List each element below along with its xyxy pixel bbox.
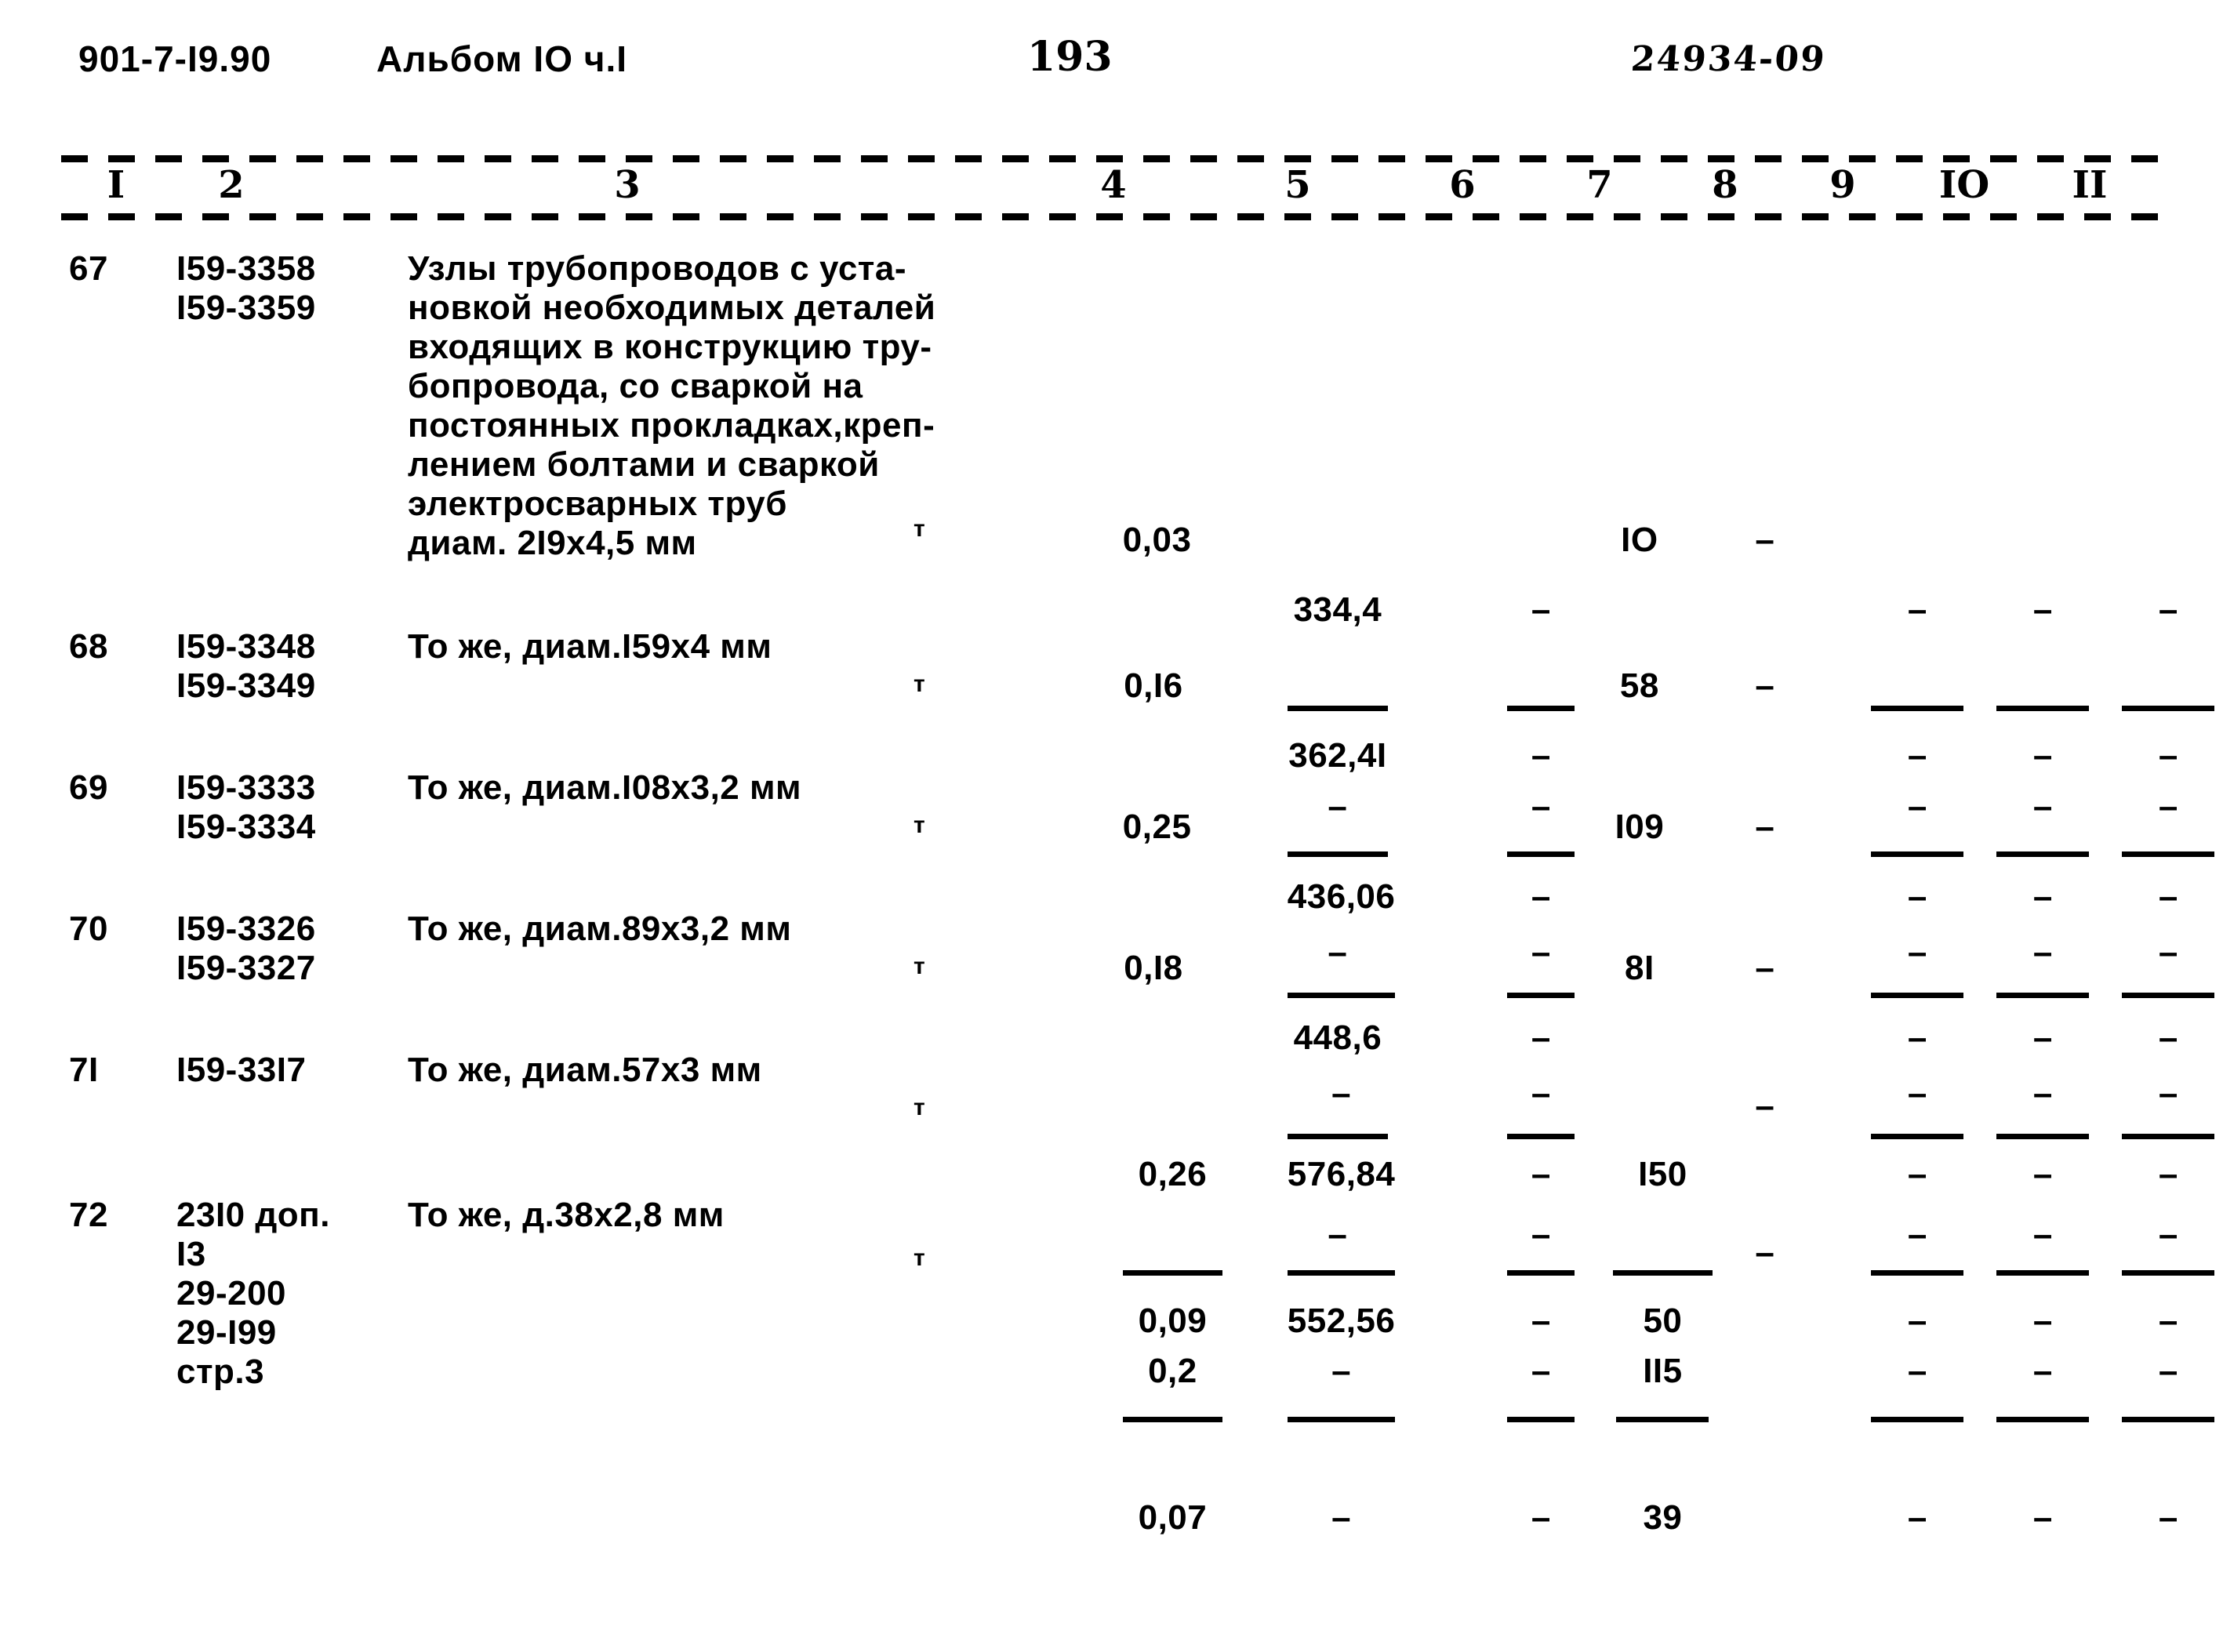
cell-col8: –: [1674, 768, 1776, 886]
fraction-denominator: –: [1331, 1498, 1352, 1537]
table-body: 67 I59-3358 I59-3359 Узлы трубопроводов …: [0, 0, 2223, 1574]
row-number: 68: [69, 627, 108, 666]
row-codes: I59-3348 I59-3349: [176, 627, 316, 705]
cell-col4-value: 0,25: [1122, 808, 1192, 846]
unit-symbol: т: [914, 1095, 925, 1120]
cell-col6: – –: [1411, 1188, 1575, 1652]
cell-col8-value: –: [1755, 666, 1775, 705]
cell-col7-value: 8I: [1625, 949, 1655, 987]
row-description: То же, диам.I59x4 мм: [408, 627, 772, 666]
cell-col9: – –: [1788, 1188, 1964, 1652]
cell-col11: – –: [2039, 1188, 2215, 1652]
cell-col8-value: –: [1755, 949, 1775, 987]
document-page: 901-7-I9.90 Альбом IO ч.I 193 24934-09 I…: [0, 0, 2223, 1574]
row-codes: I59-3333 I59-3334: [176, 768, 316, 846]
fraction-denominator: –: [2158, 1498, 2178, 1537]
cell-col8-value: –: [1755, 1233, 1775, 1272]
fraction-numerator: 552,56: [1287, 1302, 1396, 1340]
cell-col8-value: –: [1755, 1087, 1775, 1125]
row-codes: I59-3358 I59-3359: [176, 249, 316, 327]
cell-col7: 58: [1533, 627, 1666, 745]
unit-symbol: т: [914, 953, 925, 979]
row-codes: 23I0 доп. I3 29-200 29-I99 стр.3: [176, 1196, 330, 1391]
row-codes: I59-33I7: [176, 1051, 307, 1089]
unit-symbol: т: [914, 516, 925, 542]
cell-col4-value: 0,03: [1122, 521, 1192, 559]
cell-col4-value: 0,I6: [1124, 666, 1183, 705]
cell-col8: –: [1674, 627, 1776, 745]
cell-col4: 0,25: [1043, 768, 1191, 886]
fraction-numerator: –: [2158, 1302, 2178, 1340]
cell-col4: 0,09 0,07: [1043, 1188, 1223, 1652]
cell-col4: 0,I6: [1043, 627, 1184, 745]
row-description: То же, диам.89x3,2 мм: [408, 910, 792, 948]
cell-col5: 552,56 –: [1208, 1188, 1396, 1652]
cell-col4: 0,03: [1043, 481, 1191, 599]
row-number: 67: [69, 249, 108, 288]
cell-col7: IO: [1533, 481, 1666, 599]
row-description: То же, диам.I08x3,2 мм: [408, 768, 802, 807]
cell-col7-value: I09: [1615, 808, 1665, 846]
cell-col7: 8I: [1533, 910, 1666, 1027]
cell-col7-value: 58: [1619, 666, 1659, 705]
row-description: То же, диам.57x3 мм: [408, 1051, 762, 1089]
row-number: 70: [69, 910, 108, 948]
fraction-denominator: 39: [1643, 1498, 1683, 1537]
fraction-bar: [1616, 1417, 1709, 1422]
fraction-bar: [2122, 1417, 2215, 1422]
row-number: 69: [69, 768, 108, 807]
unit-symbol: т: [914, 671, 925, 697]
cell-col8: –: [1674, 910, 1776, 1027]
cell-col8: –: [1674, 1194, 1776, 1312]
cell-col8-value: –: [1755, 521, 1775, 559]
row-codes: I59-3326 I59-3327: [176, 910, 316, 987]
unit-symbol: т: [914, 1245, 925, 1271]
cell-col7: 50 39: [1533, 1188, 1709, 1652]
unit-symbol: т: [914, 812, 925, 838]
cell-col7: I09: [1533, 768, 1666, 886]
fraction: – –: [2119, 1227, 2218, 1612]
fraction: 552,56 –: [1287, 1227, 1396, 1612]
cell-col7-value: IO: [1621, 521, 1658, 559]
cell-col4-value: 0,I8: [1124, 949, 1183, 987]
fraction-bar: [1287, 1417, 1396, 1422]
row-description: То же, д.38x2,8 мм: [408, 1196, 725, 1234]
cell-col4: 0,I8: [1043, 910, 1184, 1027]
row-number: 7I: [69, 1051, 99, 1089]
row-number: 72: [69, 1196, 108, 1234]
cell-col10: – –: [1913, 1188, 2090, 1652]
cell-col8-value: –: [1755, 808, 1775, 846]
cell-col8: –: [1674, 1047, 1776, 1165]
cell-col8: –: [1674, 481, 1776, 599]
